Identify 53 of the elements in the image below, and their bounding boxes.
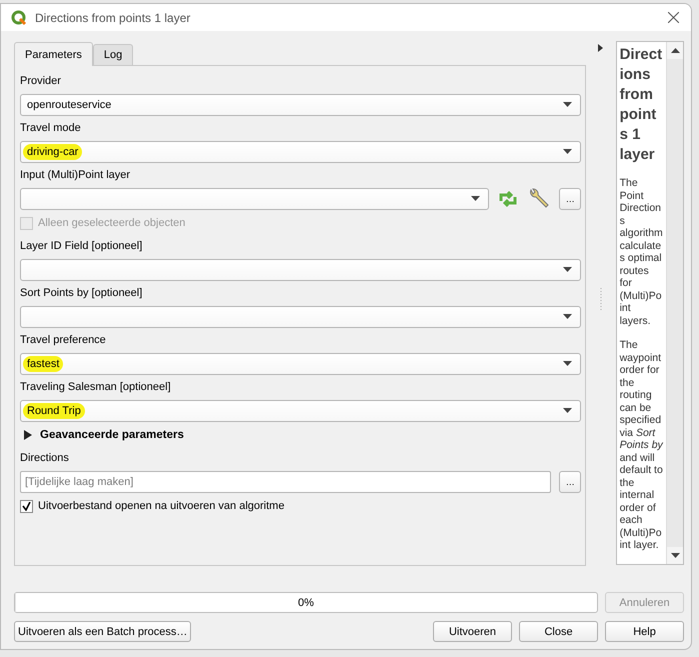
app-logo-icon bbox=[11, 10, 27, 26]
window-title: Directions from points 1 layer bbox=[35, 10, 192, 24]
field-label: Provider bbox=[20, 74, 62, 89]
help-paragraph: The Point Directions algorithm calculates optimal routes for (Multi)Point layers. bbox=[620, 177, 663, 327]
highlighted-value: driving-car bbox=[23, 144, 82, 160]
highlighted-value: fastest bbox=[23, 356, 64, 372]
dialog-button[interactable]: Uitvoeren als een Batch process… bbox=[14, 621, 192, 642]
dropdown-caret-icon bbox=[563, 102, 572, 107]
dropdown-caret-icon bbox=[471, 196, 480, 201]
field-label: Layer ID Field [optioneel] bbox=[20, 239, 144, 254]
dropdown-caret-icon bbox=[563, 314, 572, 319]
tab[interactable]: Parameters bbox=[14, 42, 93, 66]
dropdown-caret-icon bbox=[563, 408, 572, 413]
section-toggle[interactable]: Geavanceerde parameters bbox=[20, 423, 582, 447]
dialog-button[interactable]: Uitvoeren bbox=[433, 621, 512, 642]
splitter-handle-icon[interactable] bbox=[600, 288, 602, 312]
field-label: Directions bbox=[20, 451, 70, 466]
dropdown[interactable]: openrouteservice bbox=[20, 94, 582, 116]
progress-text: 0% bbox=[298, 596, 314, 608]
output-field[interactable]: [Tijdelijke laag maken] bbox=[20, 470, 552, 492]
help-paragraph: The waypoint order for the routing can be specified via Sort Points by and will default to the internal order of each (Multi)Point layer. bbox=[620, 339, 663, 552]
scroll-down-icon[interactable] bbox=[670, 553, 680, 558]
dropdown[interactable]: fastest bbox=[20, 352, 582, 374]
field-label: Traveling Salesman [optioneel] bbox=[20, 380, 172, 395]
field-label: Sort Points by [optioneel] bbox=[20, 286, 144, 301]
checkbox[interactable]: Uitvoerbestand openen na uitvoeren van algoritme bbox=[20, 494, 582, 518]
collapse-arrow-icon[interactable] bbox=[598, 44, 604, 52]
dialog-button[interactable]: Close bbox=[519, 621, 598, 642]
refresh-icon[interactable] bbox=[497, 188, 520, 208]
dropdown[interactable] bbox=[20, 306, 582, 328]
selected-value: openrouteservice bbox=[26, 98, 112, 112]
field-label: Travel preference bbox=[20, 333, 107, 348]
dropdown[interactable]: driving-car bbox=[20, 140, 582, 162]
expand-triangle-icon bbox=[24, 430, 32, 440]
tab[interactable]: Log bbox=[92, 44, 134, 65]
scroll-up-icon[interactable] bbox=[670, 48, 680, 53]
dropdown-caret-icon bbox=[563, 267, 572, 272]
browse-button[interactable]: … bbox=[559, 470, 582, 492]
field-label: Travel mode bbox=[20, 121, 82, 136]
checkmark-icon bbox=[22, 502, 31, 510]
dropdown[interactable]: Round Trip bbox=[20, 400, 582, 422]
dialog-button[interactable]: Help bbox=[605, 621, 684, 642]
field-label: Input (Multi)Point layer bbox=[20, 168, 132, 183]
wrench-icon[interactable] bbox=[527, 186, 552, 210]
dropdown[interactable] bbox=[20, 258, 582, 280]
highlighted-value: Round Trip bbox=[23, 402, 85, 418]
close-icon[interactable] bbox=[668, 12, 679, 23]
scrollbar[interactable] bbox=[666, 42, 683, 564]
layer-dropdown[interactable] bbox=[20, 188, 490, 210]
options-button[interactable]: … bbox=[559, 188, 582, 210]
dropdown-caret-icon bbox=[563, 149, 572, 154]
dropdown-caret-icon bbox=[563, 361, 572, 366]
help-title: Directions from points 1 layer bbox=[620, 45, 663, 165]
